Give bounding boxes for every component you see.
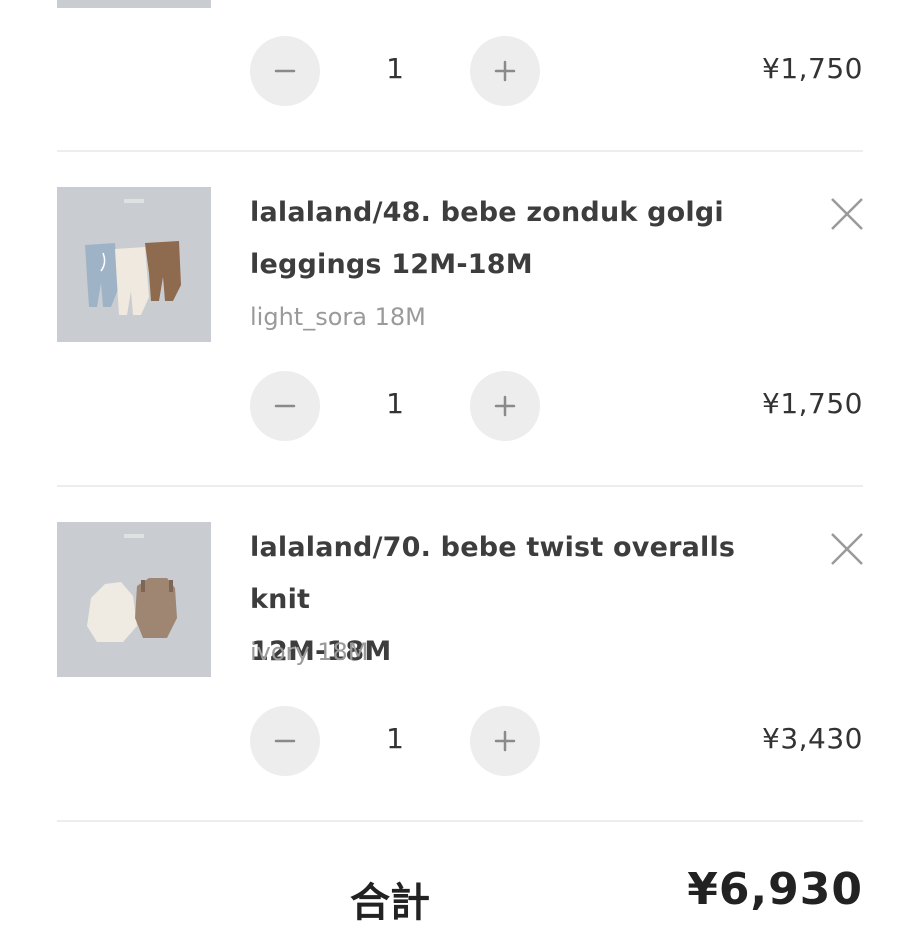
product-title-line-2: leggings 12M-18M: [250, 249, 533, 280]
minus-icon: [274, 739, 296, 743]
divider: [57, 150, 863, 152]
plus-icon: [494, 730, 516, 752]
plus-icon: [494, 60, 516, 82]
product-variant: ivory 18M: [250, 638, 369, 666]
product-title-line-1: lalaland/70. bebe twist overalls knit: [250, 532, 736, 615]
product-thumbnail[interactable]: [57, 187, 211, 342]
divider: [57, 820, 863, 822]
decrease-quantity-button[interactable]: [250, 36, 320, 106]
increase-quantity-button[interactable]: [470, 36, 540, 106]
product-thumbnail-partial[interactable]: [57, 0, 211, 8]
product-variant: light_sora 18M: [250, 303, 426, 331]
decrease-quantity-button[interactable]: [250, 706, 320, 776]
divider: [57, 485, 863, 487]
product-title[interactable]: lalaland/48. bebe zonduk golgi leggings …: [250, 187, 770, 291]
quantity-value: 1: [386, 387, 404, 420]
remove-item-button[interactable]: [829, 196, 865, 232]
minus-icon: [274, 404, 296, 408]
decrease-quantity-button[interactable]: [250, 371, 320, 441]
plus-icon: [494, 395, 516, 417]
increase-quantity-button[interactable]: [470, 371, 540, 441]
product-thumbnail[interactable]: [57, 522, 211, 677]
overalls-image: [57, 522, 211, 677]
close-icon: [831, 198, 863, 230]
quantity-value: 1: [386, 52, 404, 85]
total-value: ¥6,930: [687, 864, 863, 915]
minus-icon: [274, 69, 296, 73]
item-price: ¥1,750: [762, 52, 863, 85]
leggings-image: [57, 187, 211, 342]
increase-quantity-button[interactable]: [470, 706, 540, 776]
product-title-line-1: lalaland/48. bebe zonduk golgi: [250, 197, 724, 228]
close-icon: [831, 533, 863, 565]
remove-item-button[interactable]: [829, 531, 865, 567]
quantity-value: 1: [386, 722, 404, 755]
total-label: 合計: [350, 880, 430, 926]
item-price: ¥1,750: [762, 387, 863, 420]
item-price: ¥3,430: [762, 722, 863, 755]
